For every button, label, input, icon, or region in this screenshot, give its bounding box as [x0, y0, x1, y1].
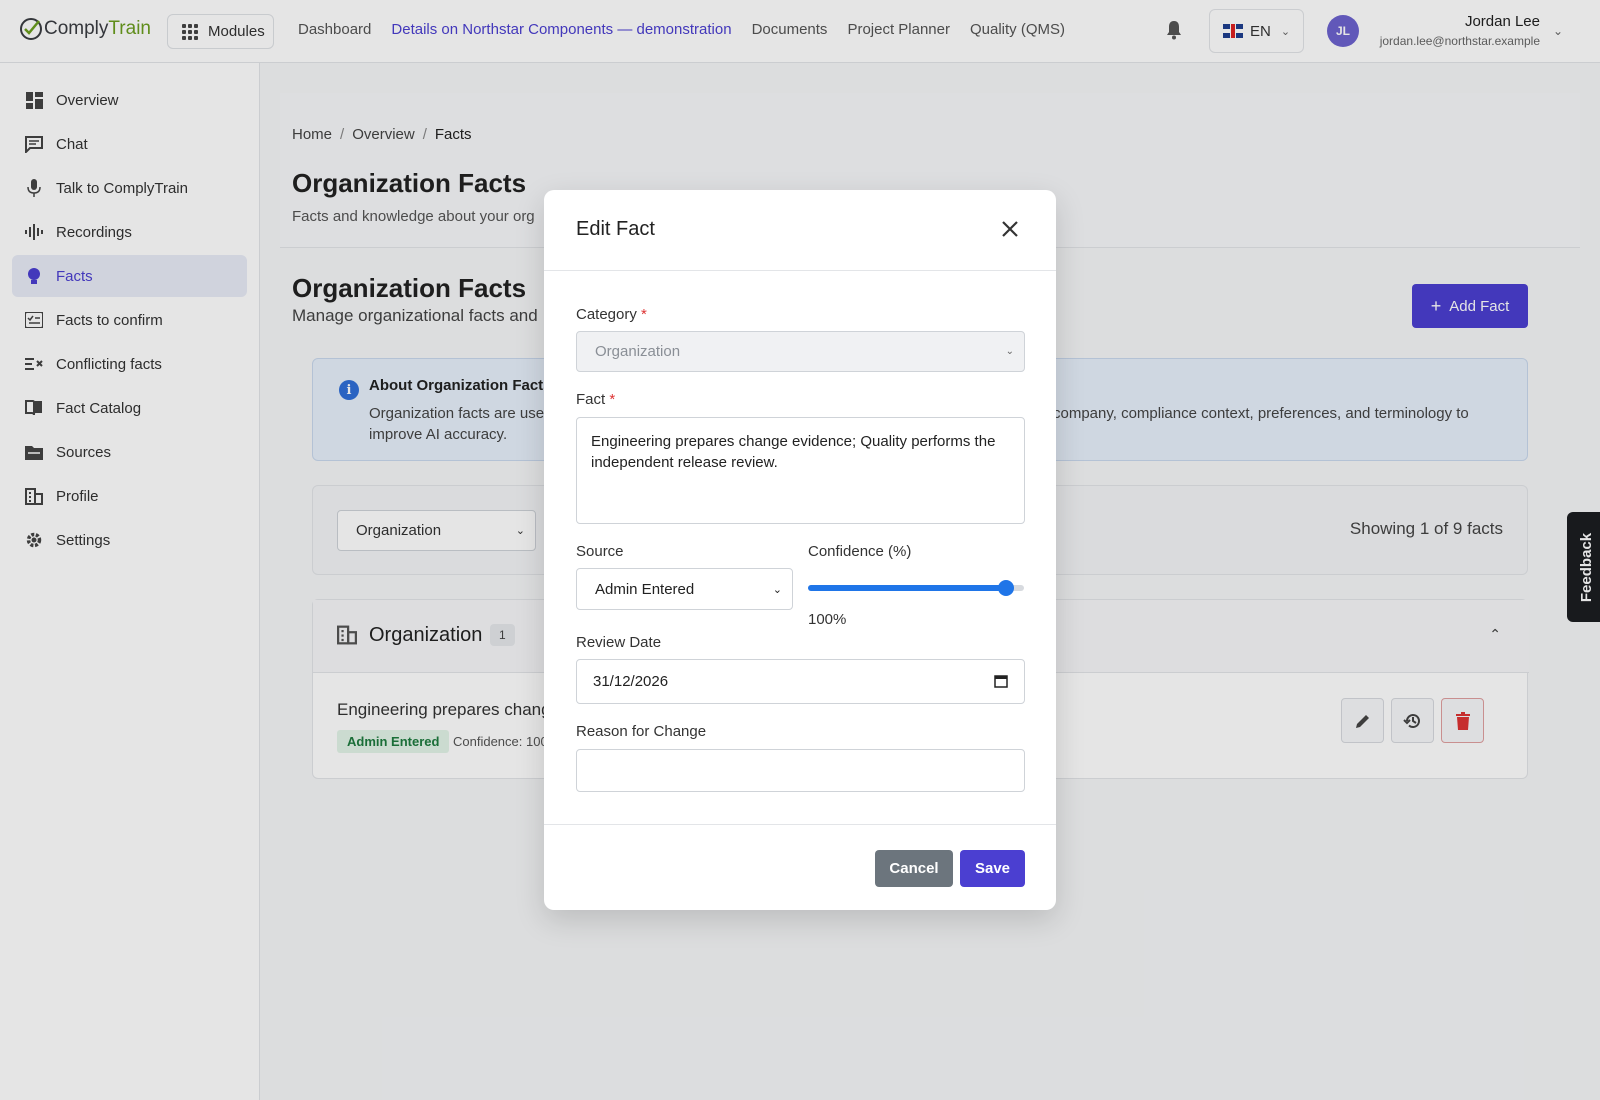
close-icon[interactable] — [1000, 219, 1020, 239]
review-date-input[interactable]: 31/12/2026 — [576, 659, 1025, 704]
modal-title: Edit Fact — [576, 218, 655, 240]
confidence-value: 100% — [808, 611, 847, 628]
calendar-icon[interactable] — [994, 674, 1008, 688]
reason-input[interactable] — [576, 749, 1025, 792]
source-select-value: Admin Entered — [595, 580, 695, 598]
modal-header: Edit Fact — [544, 190, 1056, 271]
fact-label: Fact * — [576, 391, 616, 408]
review-date-value: 31/12/2026 — [593, 673, 669, 690]
save-button[interactable]: Save — [960, 850, 1025, 887]
source-label: Source — [576, 543, 624, 560]
chevron-down-icon: ⌄ — [772, 583, 782, 596]
modal-footer: Cancel Save — [544, 824, 1056, 910]
fact-label-text: Fact — [576, 391, 606, 408]
cancel-button[interactable]: Cancel — [875, 850, 953, 887]
category-label: Category * — [576, 306, 647, 323]
reason-label: Reason for Change — [576, 723, 707, 740]
category-label-text: Category — [576, 306, 637, 323]
review-date-label: Review Date — [576, 634, 662, 651]
category-select: Organization ⌄ — [576, 331, 1025, 372]
confidence-label: Confidence (%) — [808, 543, 912, 560]
slider-thumb[interactable] — [998, 580, 1014, 596]
source-select[interactable]: Admin Entered ⌄ — [576, 568, 793, 610]
category-select-value: Organization — [595, 343, 681, 360]
confidence-slider[interactable] — [808, 580, 1024, 596]
edit-fact-modal: Edit Fact Category * Organization ⌄ Fact… — [544, 190, 1056, 910]
chevron-down-icon: ⌄ — [1005, 346, 1014, 357]
slider-fill — [808, 585, 1006, 591]
fact-textarea[interactable]: Engineering prepares change evidence; Qu… — [576, 417, 1025, 524]
